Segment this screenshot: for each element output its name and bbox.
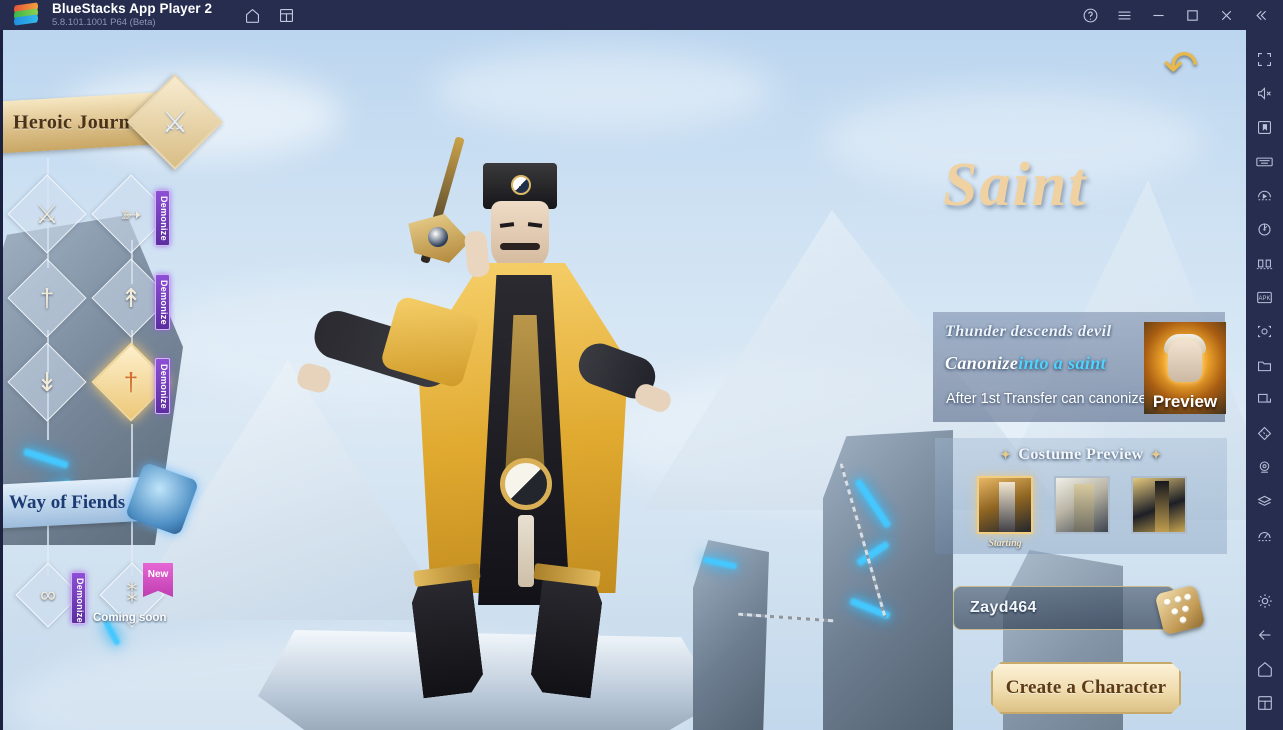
costume-thumb-starting[interactable]	[977, 476, 1033, 534]
settings-gear-icon[interactable]	[1246, 584, 1283, 618]
install-apk-icon[interactable]: APK	[1246, 280, 1283, 314]
back-button[interactable]: ↶	[1144, 42, 1218, 90]
description-into-a-saint: into a saint	[1018, 353, 1107, 373]
home-nav-icon[interactable]	[1246, 652, 1283, 686]
way-of-fiends-label: Way of Fiends	[9, 491, 126, 513]
fullscreen-icon[interactable]	[1246, 42, 1283, 76]
character-name-input[interactable]: Zayd464	[953, 586, 1175, 630]
name-row: Zayd464	[953, 584, 1221, 636]
back-arrow-icon: ↶	[1163, 42, 1199, 89]
demonize-tag-2[interactable]: Demonize	[155, 274, 170, 330]
demonize-tag-1[interactable]: Demonize	[155, 190, 170, 246]
rotate-icon[interactable]	[1246, 212, 1283, 246]
description-canonize: Canonize	[945, 353, 1019, 373]
demonize-label: Demonize	[159, 196, 169, 241]
character-right-hand	[632, 381, 674, 415]
costume-preview-panel: ✦ Costume Preview ✦ Starting	[935, 438, 1227, 554]
character-tassel	[518, 515, 534, 587]
performance-icon[interactable]	[1246, 518, 1283, 552]
character-face	[491, 201, 549, 271]
crossbow-icon: ↡	[36, 366, 58, 397]
create-character-button[interactable]: Create a Character	[991, 662, 1181, 714]
keyboard-icon[interactable]	[1246, 144, 1283, 178]
cursor-icon[interactable]	[1246, 110, 1283, 144]
new-badge-label: New	[147, 569, 169, 580]
tree-link	[131, 424, 133, 480]
costume-label-starting: Starting	[988, 538, 1022, 549]
twin-blades-icon: ⚔	[35, 198, 59, 229]
create-character-label: Create a Character	[1005, 677, 1167, 698]
hamburger-menu-icon[interactable]	[1107, 0, 1141, 30]
app-title-block: BlueStacks App Player 2 5.8.101.1001 P64…	[52, 2, 212, 27]
multi-instance-manager-icon[interactable]	[1246, 246, 1283, 280]
bluestacks-sidebar: APK	[1246, 30, 1283, 730]
description-line-2: Canonizeinto a saint	[945, 353, 1106, 374]
multi-instance-icon[interactable]	[272, 0, 300, 30]
demonize-label: Demonize	[159, 364, 169, 409]
media-manager-icon[interactable]	[1246, 348, 1283, 382]
class-title: Saint	[943, 151, 1088, 219]
greatsword-icon: †	[39, 282, 55, 313]
staff-icon: †	[123, 366, 139, 397]
preview-label: Preview	[1152, 392, 1218, 411]
bluestacks-logo	[14, 2, 38, 26]
coming-soon-label: Coming soon	[93, 612, 167, 624]
dual-rings-icon: ∞	[40, 582, 56, 607]
tilt-control-icon[interactable]	[1246, 416, 1283, 450]
demonize-tag-3[interactable]: Demonize	[155, 358, 170, 414]
macro-recorder-icon[interactable]	[1246, 178, 1283, 212]
description-line-1: Thunder descends devil	[945, 323, 1112, 340]
spear-icon: ↟	[120, 282, 142, 313]
titlebar: BlueStacks App Player 2 5.8.101.1001 P64…	[0, 0, 1283, 30]
layers-icon[interactable]	[1246, 484, 1283, 518]
character-left-hand	[295, 361, 333, 395]
app-title: BlueStacks App Player 2	[52, 1, 213, 17]
preview-button[interactable]: Preview	[1144, 322, 1226, 414]
character-raised-hand	[463, 229, 491, 279]
dice-randomize-icon[interactable]	[1153, 584, 1209, 636]
bow-icon: ➳	[120, 198, 142, 229]
character-moustache	[500, 243, 540, 250]
maximize-icon[interactable]	[1175, 0, 1209, 30]
cloud	[433, 50, 773, 130]
sword-gem	[428, 227, 448, 247]
character-hat-emblem	[511, 175, 531, 195]
costume-thumb-3[interactable]	[1131, 476, 1187, 534]
screenshot-icon[interactable]	[1246, 314, 1283, 348]
character-name-value: Zayd464	[970, 599, 1037, 616]
back-nav-icon[interactable]	[1246, 618, 1283, 652]
app-version: 5.8.101.1001 P64 (Beta)	[52, 16, 156, 28]
yinyang-emblem	[500, 458, 552, 510]
svg-text:APK: APK	[1259, 296, 1271, 302]
recents-nav-icon[interactable]	[1246, 686, 1283, 720]
diamond-left-icon: ✦	[1000, 447, 1012, 462]
collapse-sidebar-icon[interactable]	[1243, 0, 1277, 30]
character-model[interactable]	[278, 135, 674, 715]
close-icon[interactable]	[1209, 0, 1243, 30]
minimize-icon[interactable]	[1141, 0, 1175, 30]
costume-heading-label: Costume Preview	[1018, 446, 1144, 463]
mute-icon[interactable]	[1246, 76, 1283, 110]
eco-mode-icon[interactable]	[1246, 450, 1283, 484]
diamond-right-icon: ✦	[1150, 447, 1162, 462]
help-icon[interactable]	[1073, 0, 1107, 30]
costume-preview-heading: ✦ Costume Preview ✦	[935, 446, 1227, 464]
window-controls	[1073, 0, 1277, 30]
costume-thumb-2[interactable]	[1054, 476, 1110, 534]
game-viewport[interactable]: ⚔ ➳ † ↟ ↡ † ∞ ⁑ Demonize Demonize Demoni…	[3, 30, 1246, 730]
demonize-label: Demonize	[159, 280, 169, 325]
window-layout-icon[interactable]	[1246, 382, 1283, 416]
home-icon[interactable]	[238, 0, 266, 30]
demonize-tag-4[interactable]: Demonize	[71, 572, 86, 624]
demonize-label: Demonize	[75, 578, 85, 623]
